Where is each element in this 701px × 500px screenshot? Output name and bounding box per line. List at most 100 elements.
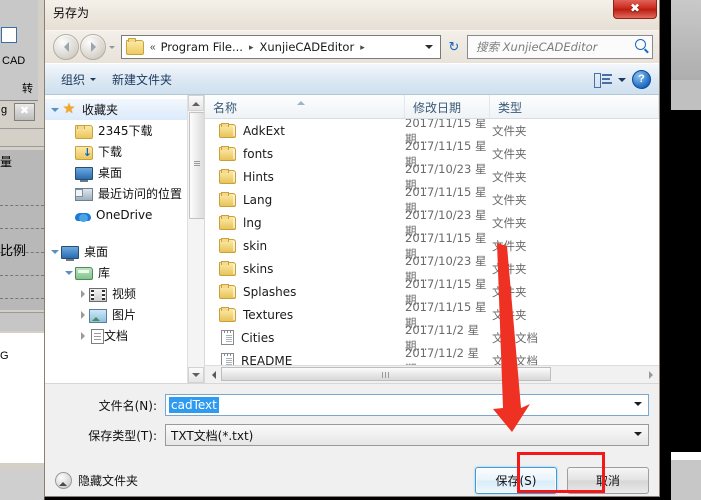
view-chevron-down-icon[interactable] — [618, 77, 626, 86]
file-name-label: Hints — [243, 169, 274, 184]
twisty-closed-icon[interactable] — [77, 332, 89, 340]
breadcrumb-separator-1[interactable]: ▸ — [246, 42, 257, 53]
hscroll-thumb[interactable] — [221, 367, 551, 381]
nav-arrow-group — [53, 34, 118, 60]
scroll-down-icon[interactable] — [188, 367, 204, 383]
tree-item-11[interactable]: 文档 — [45, 325, 204, 346]
background-label-liang: 量 — [0, 155, 13, 169]
help-icon[interactable]: ? — [632, 69, 651, 89]
tree-item-5[interactable]: OneDrive — [45, 204, 204, 225]
twisty-open-icon[interactable] — [63, 267, 75, 279]
file-name-label: Lang — [243, 192, 273, 207]
scrollbar-thumb[interactable] — [189, 112, 204, 219]
library-icon — [75, 267, 93, 280]
tree-item-8[interactable]: 库 — [45, 262, 204, 283]
file-name-label: AdkExt — [243, 123, 285, 138]
breadcrumb-overflow-icon[interactable]: « — [148, 42, 158, 53]
hscroll-track[interactable] — [221, 367, 643, 382]
forward-button[interactable] — [80, 34, 106, 60]
tree-item-9[interactable]: 视频 — [45, 283, 204, 304]
save-button[interactable]: 保存(S) — [475, 466, 557, 494]
column-header-type[interactable]: 类型 — [490, 95, 659, 118]
file-name-cell: Cities — [205, 330, 405, 345]
change-view-icon[interactable] — [594, 72, 612, 88]
scroll-up-icon[interactable] — [188, 95, 204, 111]
filename-chevron-down-icon[interactable] — [634, 402, 642, 410]
breadcrumb-program-files[interactable]: Program File... — [158, 40, 246, 54]
star-icon: ★ — [62, 101, 76, 117]
folder-icon — [219, 238, 236, 253]
file-name-cell: fonts — [205, 146, 405, 161]
tree-item-4[interactable]: 最近访问的位置 — [45, 183, 204, 204]
cloud-icon — [75, 212, 91, 222]
tree-item-1[interactable]: 2345下载 — [45, 120, 204, 141]
resize-grip[interactable] — [645, 492, 657, 496]
chevron-down-icon — [90, 77, 97, 84]
column-header-date[interactable]: 修改日期 — [405, 95, 490, 118]
close-icon[interactable]: ✖ — [613, 0, 657, 19]
tree-item-label: 2345下载 — [98, 124, 153, 138]
column-header-name[interactable]: 名称 — [205, 95, 405, 118]
background-close-icon[interactable]: ✖ — [14, 103, 35, 121]
address-dropdown-icon[interactable] — [422, 36, 436, 58]
file-name-label: skin — [243, 238, 268, 253]
file-name-cell: lng — [205, 215, 405, 230]
back-button[interactable] — [53, 34, 79, 60]
refresh-icon[interactable]: ↻ — [443, 36, 465, 58]
recent-places-icon — [75, 188, 93, 201]
tree-item-label: 桌面 — [98, 166, 123, 180]
cancel-button[interactable]: 取消 — [567, 466, 649, 494]
twisty-closed-icon[interactable] — [77, 290, 89, 298]
twisty-closed-icon[interactable] — [77, 311, 89, 319]
form-area: 文件名(N): cadText 保存类型(T): TXT文档(*.txt) — [45, 383, 659, 446]
file-name-label: lng — [243, 215, 262, 230]
filename-row: 文件名(N): cadText — [55, 394, 649, 416]
new-folder-button[interactable]: 新建文件夹 — [104, 68, 180, 91]
breadcrumb-separator-2[interactable]: ▸ — [357, 42, 368, 53]
recent-locations-dropdown-icon[interactable] — [107, 35, 118, 59]
tree-item-7[interactable]: 桌面 — [45, 241, 204, 262]
tree-item-10[interactable]: 图片 — [45, 304, 204, 325]
hide-folders-toggle[interactable]: 隐藏文件夹 — [55, 471, 138, 489]
file-name-cell: skins — [205, 261, 405, 276]
view-icon-line-2 — [602, 77, 610, 80]
file-name-cell: AdkExt — [205, 123, 405, 138]
tree-item-3[interactable]: 桌面 — [45, 162, 204, 183]
address-bar[interactable]: « Program File... ▸ XunjieCADEditor ▸ — [121, 35, 441, 59]
document-icon — [91, 328, 104, 344]
background-application: CAD 转 g ✖ 量 比例 G — [0, 0, 45, 500]
background-input-box[interactable] — [1, 27, 17, 43]
file-type-cell: 文件夹 — [492, 169, 527, 184]
background-toolbar-strip — [0, 313, 44, 331]
file-name-cell: Splashes — [205, 284, 405, 299]
search-placeholder: 搜索 XunjieCADEditor — [476, 40, 598, 54]
filename-value: cadText — [169, 397, 219, 413]
twisty-open-icon[interactable] — [49, 246, 61, 258]
action-buttons: 保存(S) 取消 — [475, 466, 649, 494]
folder-icon — [219, 123, 236, 138]
navigation-pane-scrollbar[interactable] — [187, 95, 204, 383]
organize-button[interactable]: 组织 — [53, 68, 104, 91]
file-type-cell: 文件夹 — [492, 238, 527, 253]
navigation-pane: ★收藏夹2345下载下载桌面最近访问的位置OneDrive桌面库视频图片文档 — [45, 95, 205, 383]
twisty-open-icon[interactable] — [49, 104, 61, 116]
search-input[interactable]: 搜索 XunjieCADEditor — [467, 35, 653, 59]
filename-input[interactable]: cadText — [165, 394, 649, 416]
savetype-select[interactable]: TXT文档(*.txt) — [165, 424, 649, 446]
breadcrumb-xunjiecadeditor[interactable]: XunjieCADEditor — [256, 40, 357, 54]
tree-item-2[interactable]: 下载 — [45, 141, 204, 162]
background-statusbar — [0, 470, 44, 500]
background-label-cad: CAD — [2, 55, 26, 67]
savetype-value: TXT文档(*.txt) — [171, 428, 254, 443]
scroll-right-icon[interactable] — [643, 367, 659, 382]
file-name-cell: Hints — [205, 169, 405, 184]
new-folder-label: 新建文件夹 — [112, 72, 173, 87]
scroll-left-icon[interactable] — [205, 367, 221, 382]
savetype-row: 保存类型(T): TXT文档(*.txt) — [55, 424, 649, 446]
file-name-cell: Lang — [205, 192, 405, 207]
file-list-horizontal-scrollbar[interactable] — [205, 365, 659, 383]
desktop-icon — [75, 167, 93, 182]
savetype-chevron-down-icon[interactable] — [634, 432, 642, 440]
file-rows-container: AdkExt 2017/11/15 星期... 文件夹 fonts 2017/11/15… — [205, 116, 659, 376]
tree-item-0[interactable]: ★ 收藏夹 — [45, 99, 204, 120]
